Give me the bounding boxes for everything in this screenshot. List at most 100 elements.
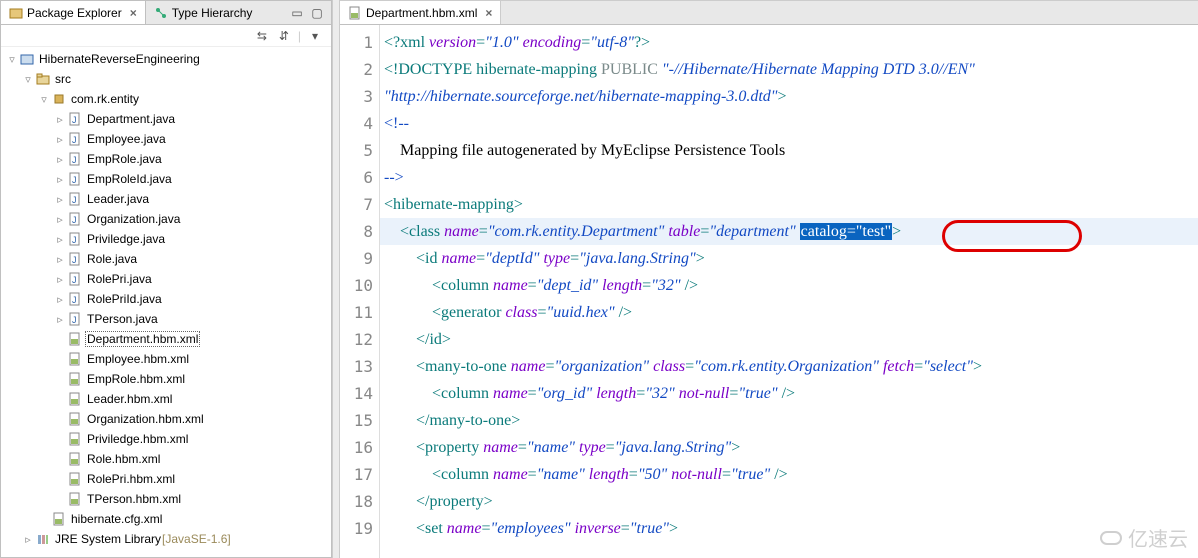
- tree-item[interactable]: ▹JEmployee.java: [1, 129, 331, 149]
- tree-item[interactable]: Department.hbm.xml: [1, 329, 331, 349]
- tree-item[interactable]: ▿com.rk.entity: [1, 89, 331, 109]
- token: <?: [384, 34, 400, 51]
- tree-item[interactable]: ▹JTPerson.java: [1, 309, 331, 329]
- link-editor-icon[interactable]: ⇵: [276, 28, 292, 44]
- expand-icon[interactable]: ▹: [53, 293, 67, 306]
- token: "com.rk.entity.Organization": [694, 358, 879, 375]
- tab-type-hierarchy[interactable]: Type Hierarchy: [146, 1, 261, 24]
- code-line[interactable]: <generator class="uuid.hex" />: [380, 299, 1198, 326]
- tree-item[interactable]: TPerson.hbm.xml: [1, 489, 331, 509]
- expand-icon[interactable]: ▹: [53, 313, 67, 326]
- expand-icon[interactable]: ▿: [21, 73, 35, 86]
- close-icon[interactable]: ×: [130, 6, 137, 20]
- tree-item[interactable]: ▹JPriviledge.java: [1, 229, 331, 249]
- close-icon[interactable]: ×: [485, 6, 492, 20]
- expand-icon[interactable]: ▹: [53, 213, 67, 226]
- tree-item[interactable]: ▹JRolePriId.java: [1, 289, 331, 309]
- code-line[interactable]: <column name="dept_id" length="32" />: [380, 272, 1198, 299]
- tab-package-explorer[interactable]: Package Explorer ×: [1, 1, 146, 24]
- collapse-all-icon[interactable]: ⇆: [254, 28, 270, 44]
- code-line[interactable]: <?xml version="1.0" encoding="utf-8"?>: [380, 29, 1198, 56]
- tree-item[interactable]: Leader.hbm.xml: [1, 389, 331, 409]
- tree-item-label: EmpRole.hbm.xml: [86, 372, 186, 386]
- code-line[interactable]: <property name="name" type="java.lang.St…: [380, 434, 1198, 461]
- tree-item-label: Employee.hbm.xml: [86, 352, 190, 366]
- minimize-icon[interactable]: ▭: [289, 5, 305, 21]
- maximize-icon[interactable]: ▢: [309, 5, 325, 21]
- expand-icon[interactable]: ▹: [21, 533, 35, 546]
- code-line[interactable]: -->: [380, 164, 1198, 191]
- hbm-icon: [51, 511, 67, 527]
- tree-item[interactable]: hibernate.cfg.xml: [1, 509, 331, 529]
- expand-icon[interactable]: ▹: [53, 233, 67, 246]
- tree-item[interactable]: Organization.hbm.xml: [1, 409, 331, 429]
- token: length: [596, 385, 636, 402]
- line-number: 10: [340, 272, 379, 299]
- token: "com.rk.entity.Department": [488, 223, 665, 240]
- tree-item[interactable]: Role.hbm.xml: [1, 449, 331, 469]
- code-line[interactable]: </many-to-one>: [380, 407, 1198, 434]
- tree-item[interactable]: ▹JRole.java: [1, 249, 331, 269]
- code-line[interactable]: "http://hibernate.sourceforge.net/hibern…: [380, 83, 1198, 110]
- tree-item[interactable]: ▿src: [1, 69, 331, 89]
- expand-icon[interactable]: ▹: [53, 133, 67, 146]
- tab-label: Type Hierarchy: [172, 6, 253, 20]
- tree-item[interactable]: RolePri.hbm.xml: [1, 469, 331, 489]
- expand-icon[interactable]: ▹: [53, 173, 67, 186]
- tree-item[interactable]: ▹JRolePri.java: [1, 269, 331, 289]
- code-line[interactable]: <class name="com.rk.entity.Department" t…: [380, 218, 1198, 245]
- tree-item[interactable]: ▿HibernateReverseEngineering: [1, 49, 331, 69]
- code-line[interactable]: <column name="name" length="50" not-null…: [380, 461, 1198, 488]
- token: "java.lang.String": [615, 439, 732, 456]
- code-line[interactable]: <!DOCTYPE hibernate-mapping PUBLIC "-//H…: [380, 56, 1198, 83]
- tree-item-label: JRE System Library: [54, 532, 162, 546]
- splitter[interactable]: [332, 0, 340, 558]
- java-icon: J: [67, 211, 83, 227]
- type-hierarchy-icon: [154, 6, 168, 20]
- java-icon: J: [67, 151, 83, 167]
- token: =: [479, 223, 488, 240]
- tree-item[interactable]: ▹JEmpRole.java: [1, 149, 331, 169]
- hbm-icon: [67, 431, 83, 447]
- code-line[interactable]: <id name="deptId" type="java.lang.String…: [380, 245, 1198, 272]
- code-line[interactable]: <hibernate-mapping>: [380, 191, 1198, 218]
- code-area[interactable]: <?xml version="1.0" encoding="utf-8"?><!…: [380, 25, 1198, 558]
- code-line[interactable]: </property>: [380, 488, 1198, 515]
- token: class: [653, 358, 685, 375]
- code-line[interactable]: <!--: [380, 110, 1198, 137]
- token: catalog="test": [800, 223, 893, 240]
- token: table: [668, 223, 700, 240]
- view-menu-icon[interactable]: ▾: [307, 28, 323, 44]
- tree-item[interactable]: ▹JDepartment.java: [1, 109, 331, 129]
- package-tree[interactable]: ▿HibernateReverseEngineering▿src▿com.rk.…: [1, 47, 331, 557]
- expand-icon[interactable]: ▹: [53, 273, 67, 286]
- expand-icon[interactable]: ▹: [53, 153, 67, 166]
- hbm-icon: [67, 331, 83, 347]
- expand-icon[interactable]: ▿: [5, 53, 19, 66]
- tree-item[interactable]: Priviledge.hbm.xml: [1, 429, 331, 449]
- code-line[interactable]: <set name="employees" inverse="true">: [380, 515, 1198, 542]
- token: =: [528, 277, 537, 294]
- line-number: 15: [340, 407, 379, 434]
- expand-icon[interactable]: ▹: [53, 253, 67, 266]
- code-line[interactable]: <many-to-one name="organization" class="…: [380, 353, 1198, 380]
- code-line[interactable]: Mapping file autogenerated by MyEclipse …: [380, 137, 1198, 164]
- editor-tab-department-hbm[interactable]: Department.hbm.xml ×: [340, 1, 501, 24]
- token: name: [511, 358, 546, 375]
- expand-icon[interactable]: ▹: [53, 113, 67, 126]
- tree-item[interactable]: ▹JRE System Library [JavaSE-1.6]: [1, 529, 331, 549]
- token: =: [629, 466, 638, 483]
- expand-icon[interactable]: ▿: [37, 93, 51, 106]
- tree-item[interactable]: ▹JLeader.java: [1, 189, 331, 209]
- code-line[interactable]: </id>: [380, 326, 1198, 353]
- token: name: [493, 466, 528, 483]
- token: "name": [527, 439, 575, 456]
- tree-item[interactable]: Employee.hbm.xml: [1, 349, 331, 369]
- tree-item[interactable]: ▹JEmpRoleId.java: [1, 169, 331, 189]
- tree-item[interactable]: EmpRole.hbm.xml: [1, 369, 331, 389]
- expand-icon[interactable]: ▹: [53, 193, 67, 206]
- line-number: 9: [340, 245, 379, 272]
- code-line[interactable]: <column name="org_id" length="32" not-nu…: [380, 380, 1198, 407]
- token: length: [589, 466, 629, 483]
- tree-item[interactable]: ▹JOrganization.java: [1, 209, 331, 229]
